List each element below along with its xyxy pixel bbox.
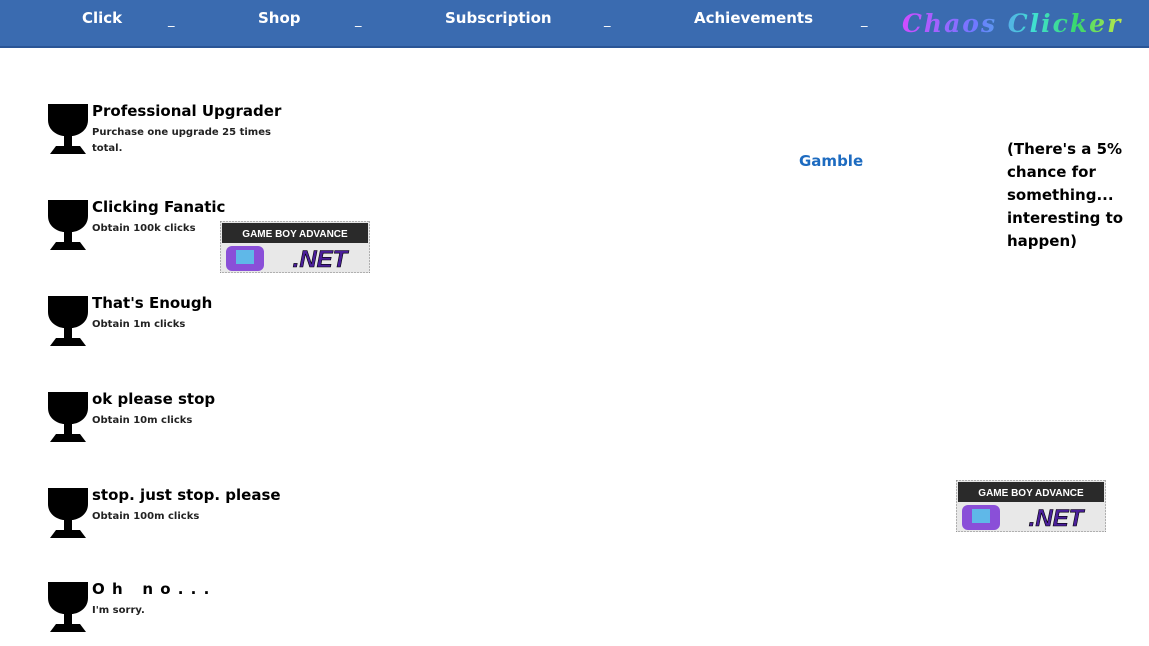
achievement-title: That's Enough <box>92 294 213 312</box>
achievement-desc: Obtain 10m clicks <box>92 415 193 426</box>
badge-text-line2: .NET <box>293 246 350 273</box>
achievement-item: Professional Upgrader Purchase one upgra… <box>46 102 281 162</box>
achievement-title: ok please stop <box>92 390 216 408</box>
achievement-item: That's Enough Obtain 1m clicks <box>46 294 276 354</box>
nav-separator: _ <box>168 13 175 28</box>
badge-text-line1: GAME BOY ADVANCE <box>242 229 348 240</box>
achievement-desc: Purchase one upgrade 25 times total. <box>92 127 271 154</box>
achievement-item: O h n o . . . I'm sorry. <box>46 580 276 640</box>
trophy-icon <box>46 486 90 540</box>
nav-separator: _ <box>604 13 611 28</box>
gba-badge-image[interactable]: GAME BOY ADVANCE .NET <box>956 480 1106 532</box>
nav-subscription[interactable]: Subscription <box>445 9 552 27</box>
trophy-icon <box>46 198 90 252</box>
badge-text-line1: GAME BOY ADVANCE <box>978 488 1084 499</box>
achievement-item: ok please stop Obtain 10m clicks <box>46 390 276 450</box>
nav-shop[interactable]: Shop <box>258 9 301 27</box>
badge-text-line2: .NET <box>1029 505 1086 532</box>
achievement-desc: Obtain 1m clicks <box>92 319 186 330</box>
gamble-button[interactable]: Gamble <box>799 152 863 170</box>
achievement-title: Professional Upgrader <box>92 102 282 120</box>
achievement-item: stop. just stop. please Obtain 100m clic… <box>46 486 281 546</box>
top-navbar: Click _ Shop _ Subscription _ Achievemen… <box>0 0 1149 48</box>
trophy-icon <box>46 390 90 444</box>
nav-click[interactable]: Click <box>82 9 122 27</box>
achievement-title: stop. just stop. please <box>92 486 281 504</box>
trophy-icon <box>46 294 90 348</box>
nav-separator: _ <box>861 13 868 28</box>
nav-achievements[interactable]: Achievements <box>694 9 813 27</box>
nav-separator: _ <box>355 13 362 28</box>
gba-badge-image[interactable]: GAME BOY ADVANCE .NET <box>220 221 370 273</box>
achievement-desc: I'm sorry. <box>92 605 145 616</box>
gamble-note: (There's a 5% chance for something... in… <box>1007 140 1124 250</box>
achievement-desc: Obtain 100m clicks <box>92 511 200 522</box>
trophy-icon <box>46 102 90 156</box>
achievement-title: Clicking Fanatic <box>92 198 226 216</box>
achievement-title: O h n o . . . <box>92 580 211 598</box>
trophy-icon <box>46 580 90 634</box>
brand-logo: Chaos Clicker <box>902 9 1123 38</box>
